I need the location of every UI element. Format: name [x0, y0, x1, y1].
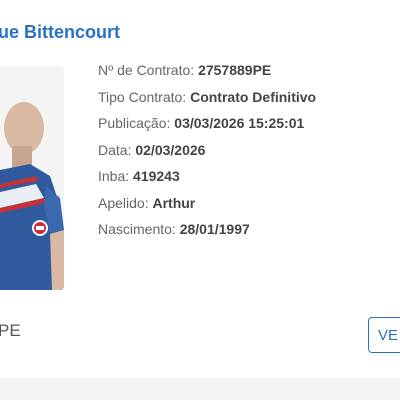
- contract-details: Nº de Contrato: 2757889PE Tipo Contrato:…: [98, 60, 316, 246]
- detail-birth: Nascimento: 28/01/1997: [98, 219, 316, 246]
- detail-label: Data:: [98, 141, 132, 158]
- detail-contract-number: Nº de Contrato: 2757889PE: [98, 60, 316, 87]
- detail-value: 2757889PE: [198, 62, 272, 78]
- detail-publication: Publicação: 03/03/2026 15:25:01: [98, 113, 316, 140]
- detail-value: 02/03/2026: [135, 141, 206, 158]
- detail-label: Tipo Contrato:: [98, 88, 187, 105]
- detail-inba: Inba: 419243: [98, 166, 316, 193]
- detail-value: 03/03/2026 15:25:01: [174, 115, 305, 131]
- detail-label: Inba:: [98, 168, 130, 184]
- detail-contract-type: Tipo Contrato: Contrato Definitivo: [98, 87, 316, 114]
- detail-label: Nº de Contrato:: [98, 62, 195, 78]
- view-button[interactable]: VE: [368, 317, 400, 353]
- footer-band: [0, 378, 400, 400]
- player-photo: [0, 66, 64, 290]
- detail-date: Data: 02/03/2026: [98, 140, 316, 167]
- detail-value: Arthur: [152, 194, 196, 211]
- player-name[interactable]: ue Bittencourt: [0, 22, 120, 43]
- club-state: PE: [0, 321, 21, 340]
- detail-value: 419243: [133, 168, 180, 184]
- detail-value: Contrato Definitivo: [190, 88, 317, 105]
- detail-nickname: Apelido: Arthur: [98, 193, 316, 220]
- detail-value: 28/01/1997: [179, 221, 250, 237]
- contract-card: ue Bittencourt Nº de Contrato: 2757889PE…: [0, 0, 400, 378]
- detail-label: Publicação:: [98, 115, 171, 131]
- detail-label: Nascimento:: [98, 221, 176, 237]
- detail-label: Apelido:: [98, 194, 149, 211]
